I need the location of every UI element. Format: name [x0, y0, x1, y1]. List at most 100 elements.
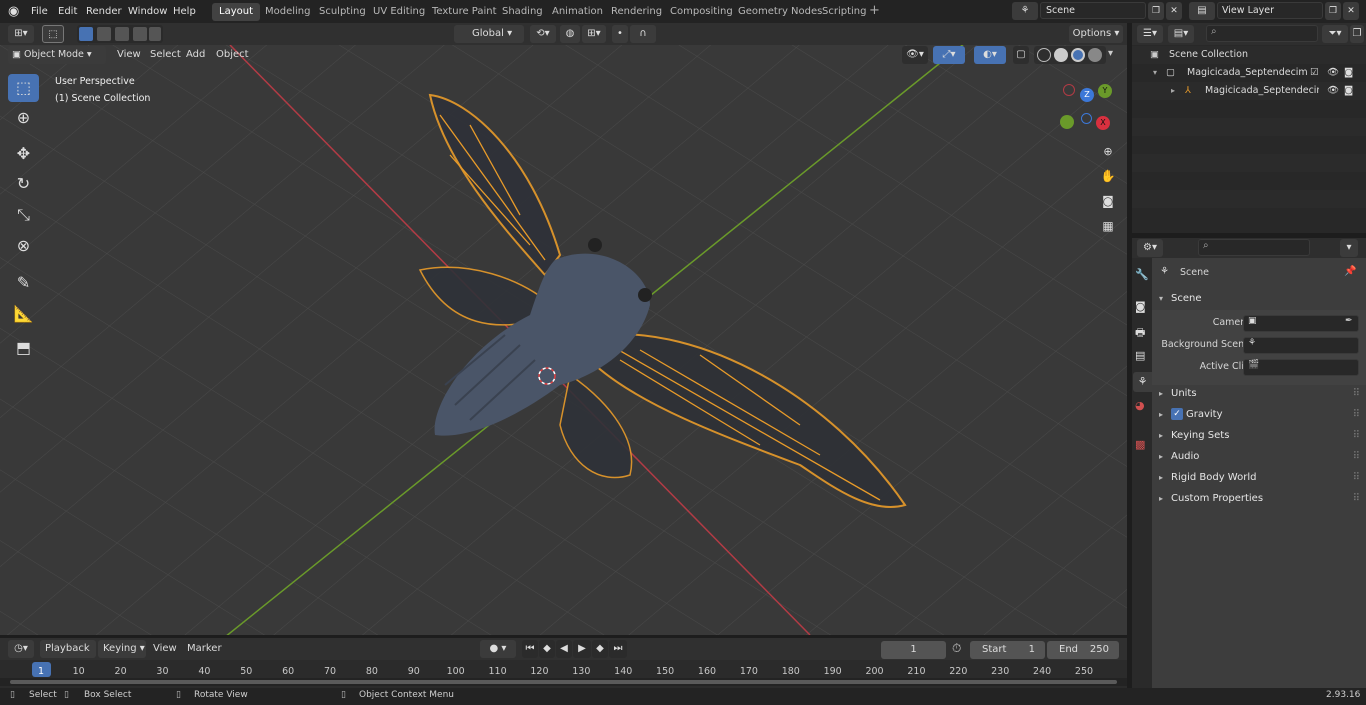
add-cube-tool-icon[interactable]: ⬒: [8, 334, 39, 362]
view-layer-field[interactable]: View Layer: [1217, 2, 1323, 19]
solid-shading-icon[interactable]: [1054, 48, 1068, 62]
custom-properties-panel-header[interactable]: ▸ Custom Properties ⠿: [1152, 488, 1366, 509]
measure-tool-icon[interactable]: 📐: [8, 300, 39, 328]
visibility-icon[interactable]: 👁▾: [902, 46, 928, 64]
menu-file[interactable]: File: [26, 3, 53, 20]
units-panel-header[interactable]: ▸ Units ⠿: [1152, 383, 1366, 404]
properties-search-input[interactable]: [1198, 239, 1310, 256]
neg-x-handle[interactable]: [1063, 84, 1075, 96]
select-extend-icon[interactable]: [97, 27, 111, 41]
outliner-editor-type-icon[interactable]: ☰▾: [1137, 25, 1163, 43]
render-camera-icon[interactable]: ◙: [1344, 64, 1353, 82]
select-new-icon[interactable]: [79, 27, 93, 41]
menu-select[interactable]: Select: [145, 46, 186, 64]
tab-sculpting[interactable]: Sculpting: [312, 3, 373, 21]
playback-dropdown[interactable]: Playback ▾: [40, 640, 96, 672]
drag-handle-icon[interactable]: ⠿: [1353, 425, 1360, 446]
menu-add[interactable]: Add: [181, 46, 210, 64]
display-mode-icon[interactable]: ▤▾: [1168, 25, 1194, 43]
tab-rendering[interactable]: Rendering: [604, 3, 669, 21]
scene-name-field[interactable]: Scene: [1040, 2, 1146, 19]
tab-scripting[interactable]: Scripting: [815, 3, 873, 21]
snap-target-icon[interactable]: ⊞▾: [582, 25, 606, 43]
scene-selector-icon[interactable]: ⚘: [1012, 2, 1038, 20]
menu-window[interactable]: Window: [123, 3, 172, 20]
add-workspace-icon[interactable]: +: [869, 4, 883, 18]
perspective-toggle-icon[interactable]: ▦: [1098, 216, 1118, 236]
menu-edit[interactable]: Edit: [53, 3, 82, 20]
output-tab-icon[interactable]: 🖶: [1135, 324, 1145, 343]
current-frame-field[interactable]: 1: [881, 641, 946, 659]
pin-icon[interactable]: 📌: [1344, 266, 1356, 277]
proportional-edit-icon[interactable]: •: [612, 25, 628, 43]
menu-help[interactable]: Help: [168, 3, 201, 20]
tool-tab-icon[interactable]: 🔧: [1135, 268, 1149, 281]
xray-icon[interactable]: ▢: [1013, 46, 1029, 64]
expand-arrow-icon[interactable]: ▾: [1153, 64, 1157, 82]
new-collection-icon[interactable]: ❐: [1350, 25, 1364, 43]
select-invert-icon[interactable]: [133, 27, 147, 41]
tab-compositing[interactable]: Compositing: [663, 3, 740, 21]
render-camera-icon[interactable]: ◙: [1344, 82, 1353, 100]
z-axis-handle[interactable]: Z: [1080, 88, 1094, 102]
shading-options-icon[interactable]: ▾: [1108, 48, 1113, 59]
x-axis-handle[interactable]: X: [1096, 116, 1110, 130]
timeline-scroll-thumb[interactable]: [10, 680, 1117, 684]
proportional-falloff-icon[interactable]: ∩: [630, 25, 656, 43]
timeline-editor-type-icon[interactable]: ◷▾: [8, 640, 34, 658]
options-dropdown[interactable]: Options ▾: [1069, 25, 1123, 43]
texture-tab-icon[interactable]: ▩: [1135, 438, 1145, 451]
drag-handle-icon[interactable]: ⠿: [1353, 404, 1360, 425]
exclude-checkbox-icon[interactable]: ☑: [1310, 64, 1319, 82]
start-frame-field[interactable]: Start 1: [970, 641, 1045, 659]
expand-arrow-icon[interactable]: ▸: [1171, 82, 1175, 100]
overlay-toggle-icon[interactable]: ◐▾: [974, 46, 1006, 64]
tab-modeling[interactable]: Modeling: [258, 3, 318, 21]
render-tab-icon[interactable]: ◙: [1135, 300, 1146, 313]
rigid-body-world-panel-header[interactable]: ▸ Rigid Body World ⠿: [1152, 467, 1366, 488]
cursor-tool-icon[interactable]: ⊕: [8, 104, 39, 132]
menu-object[interactable]: Object: [211, 46, 254, 64]
auto-keying-icon[interactable]: ● ▾: [480, 640, 516, 658]
menu-view[interactable]: View: [112, 46, 146, 64]
tab-texture-paint[interactable]: Texture Paint: [425, 3, 504, 21]
hide-eye-icon[interactable]: 👁: [1327, 64, 1339, 82]
drag-handle-icon[interactable]: ⠿: [1353, 383, 1360, 404]
zoom-icon[interactable]: ⊕: [1098, 142, 1118, 162]
snap-toggle-icon[interactable]: ◍: [560, 25, 580, 43]
move-tool-icon[interactable]: ✥: [8, 140, 39, 168]
3d-viewport[interactable]: User Perspective (1) Scene Collection Z …: [0, 45, 1127, 635]
select-tool-icon[interactable]: ⬚: [42, 25, 64, 43]
navigation-gizmo[interactable]: Z Y X: [1058, 81, 1114, 137]
properties-editor-type-icon[interactable]: ⚙▾: [1137, 239, 1163, 257]
filter-icon[interactable]: ⏷▾: [1322, 25, 1348, 43]
transform-tool-icon[interactable]: ⊗: [8, 232, 39, 260]
play-icon[interactable]: ▶: [573, 640, 591, 658]
new-view-layer-icon[interactable]: ❐: [1325, 2, 1341, 20]
scene-tab-icon[interactable]: ⚘: [1133, 372, 1152, 392]
rendered-shading-icon[interactable]: [1088, 48, 1102, 62]
tab-shading[interactable]: Shading: [495, 3, 550, 21]
active-clip-field[interactable]: [1243, 359, 1359, 376]
material-shading-icon[interactable]: [1071, 48, 1085, 62]
end-frame-field[interactable]: End 250: [1047, 641, 1119, 659]
camera-view-icon[interactable]: ◙: [1098, 191, 1118, 211]
jump-next-keyframe-icon[interactable]: ◆: [592, 640, 608, 658]
new-scene-icon[interactable]: ❐: [1148, 2, 1164, 20]
world-tab-icon[interactable]: ◕: [1135, 399, 1145, 412]
timeline-menu-marker[interactable]: Marker: [182, 640, 227, 658]
gizmo-toggle-icon[interactable]: ⤢▾: [933, 46, 965, 64]
play-reverse-icon[interactable]: ◀: [556, 640, 572, 658]
select-box-tool-icon[interactable]: ⬚: [8, 74, 39, 102]
rotate-tool-icon[interactable]: ↻: [8, 170, 39, 198]
pivot-point-icon[interactable]: ⟲▾: [530, 25, 556, 43]
menu-render[interactable]: Render: [81, 3, 127, 20]
timeline-menu-view[interactable]: View: [148, 640, 182, 658]
outliner-search-input[interactable]: [1206, 25, 1318, 42]
tab-uv-editing[interactable]: UV Editing: [366, 3, 432, 21]
tab-animation[interactable]: Animation: [545, 3, 610, 21]
background-scene-field[interactable]: [1243, 337, 1359, 354]
drag-handle-icon[interactable]: ⠿: [1353, 446, 1360, 467]
hide-eye-icon[interactable]: 👁: [1327, 82, 1339, 100]
select-intersect-icon[interactable]: [149, 27, 161, 41]
